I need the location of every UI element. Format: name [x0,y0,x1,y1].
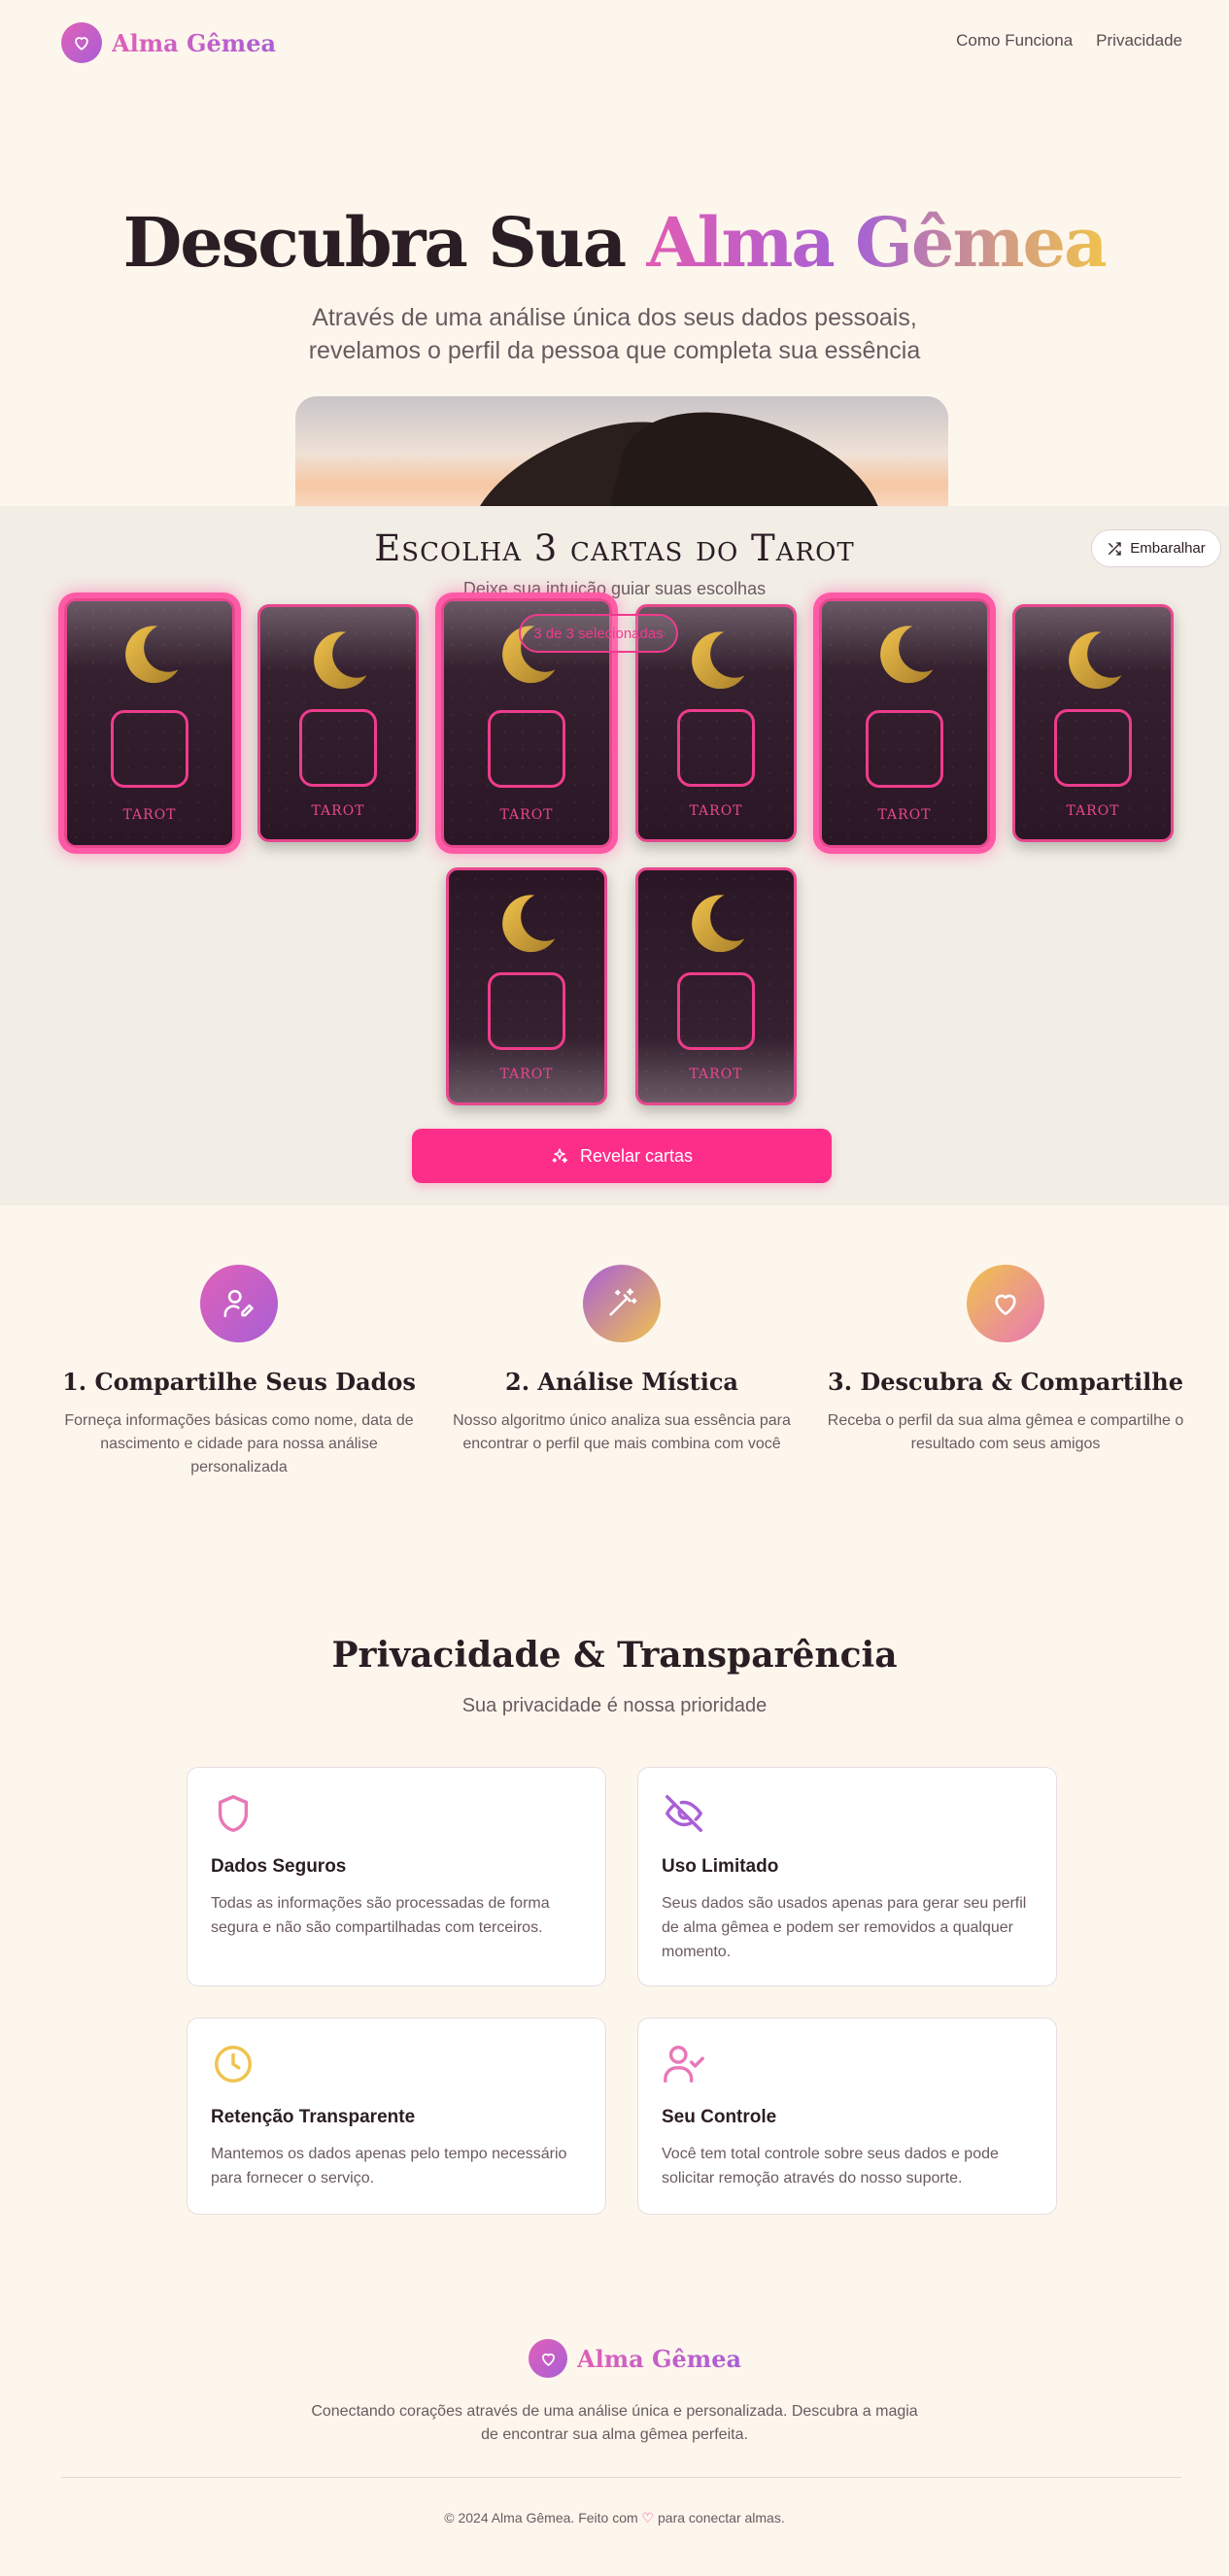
hero-title: Descubra Sua Alma Gêmea [0,202,1229,283]
step-2: 2. Análise Mística Nosso algoritmo único… [437,1265,806,1456]
step-3: 3. Descubra & Compartilhe Receba o perfi… [821,1265,1190,1456]
eye-off-icon [666,1795,702,1832]
footer-divider [61,2477,1181,2478]
step-text: Receba o perfil da sua alma gêmea e comp… [827,1412,1184,1452]
privacy-card-title: Dados Seguros [211,1856,347,1877]
tarot-subtitle: Deixe sua intuição guiar suas escolhas [462,579,767,598]
card-frame [488,710,565,788]
hand-shape [600,396,904,523]
moon-icon [682,890,750,958]
reveal-button[interactable]: Revelar cartas [412,1129,832,1183]
step-text: Forneça informações básicas como nome, d… [64,1412,414,1475]
shuffle-button[interactable]: Embaralhar [1091,529,1221,567]
card-frame [677,972,755,1050]
privacy-card-title: Retenção Transparente [211,2107,416,2127]
card-frame [111,710,188,788]
copyright-text: para conectar almas. [658,2510,785,2525]
hero-subtitle-line: revelamos o perfil da pessoa que complet… [308,337,921,364]
card-frame [299,709,377,787]
magic-wand-icon [583,1265,661,1342]
privacy-subtitle: Sua privacidade é nossa prioridade [461,1695,768,1716]
main-nav: Como Funciona Privacidade [956,31,1182,51]
footer-copyright: © 2024 Alma Gêmea. Feito com ♡ para cone… [0,2510,1229,2526]
privacy-card-text: Mantemos os dados apenas pelo tempo nece… [211,2146,567,2186]
moon-icon [304,627,372,695]
card-label: TAROT [877,807,932,823]
footer-description-line: Conectando corações através de uma análi… [311,2403,918,2420]
privacy-card-text: Seus dados são usados apenas para gerar … [662,1895,1027,1960]
moon-icon [116,621,184,689]
moon-icon [682,627,750,695]
hero-subtitle: Através de uma análise única dos seus da… [0,301,1229,367]
privacy-card-control: Seu Controle Você tem total controle sob… [637,2017,1057,2215]
heart-icon: ♡ [641,2510,655,2525]
card-frame [488,972,565,1050]
nav-link-como-funciona[interactable]: Como Funciona [956,31,1073,51]
shield-icon [218,1795,249,1832]
footer-brand-name: Alma Gêmea [577,2344,742,2373]
step-title: 2. Análise Mística [505,1368,738,1396]
card-frame [677,709,755,787]
user-check-icon [664,2046,704,2083]
tarot-card[interactable]: TAROT [819,598,990,848]
privacy-card-text: Você tem total controle sobre seus dados… [662,2146,999,2186]
selection-counter: 3 de 3 selecionadas [519,614,678,653]
tarot-card[interactable]: TAROT [1012,604,1174,842]
privacy-card-title: Uso Limitado [662,1856,779,1877]
footer-description-line: de encontrar sua alma gêmea perfeita. [481,2426,748,2443]
shuffle-icon [1109,541,1121,556]
tarot-card[interactable]: TAROT [257,604,419,842]
moon-icon [493,890,561,958]
tarot-title: Escolha 3 cartas do Tarot [374,527,855,569]
hero-subtitle-line: Através de uma análise única dos seus da… [312,304,917,331]
header: Alma Gêmea Como Funciona Privacidade [0,0,1229,85]
reveal-label: Revelar cartas [579,1145,694,1166]
logo[interactable]: Alma Gêmea [61,22,276,63]
privacy-card-title: Seu Controle [662,2107,777,2127]
shuffle-label: Embaralhar [1130,540,1206,557]
privacy-card-limited: Uso Limitado Seus dados são usados apena… [637,1767,1057,1986]
tarot-card[interactable]: TAROT [64,598,235,848]
nav-link-privacidade[interactable]: Privacidade [1096,31,1182,51]
clock-icon [215,2046,252,2083]
heart-icon [529,2339,567,2378]
card-label: TAROT [499,807,554,823]
step-1: 1. Compartilhe Seus Dados Forneça inform… [54,1265,424,1479]
sparkles-icon [552,1148,568,1164]
hero-image [295,396,948,523]
step-text: Nosso algoritmo único analiza sua essênc… [453,1412,791,1452]
footer-description: Conectando corações através de uma análi… [0,2400,1229,2447]
moon-icon [1059,627,1127,695]
brand-name: Alma Gêmea [112,28,277,57]
card-label: TAROT [689,1067,743,1082]
card-label: TAROT [689,803,743,819]
step-title: 3. Descubra & Compartilhe [828,1368,1183,1396]
tarot-card[interactable]: TAROT [446,867,607,1105]
moon-icon [871,621,939,689]
card-frame [1054,709,1132,787]
privacy-card-retention: Retenção Transparente Mantemos os dados … [187,2017,606,2215]
step-title: 1. Compartilhe Seus Dados [62,1368,416,1396]
hero-title-plain: Descubra Sua [122,202,647,283]
copyright-text: © 2024 Alma Gêmea. Feito com [444,2510,638,2525]
card-frame [866,710,943,788]
privacy-card-text: Todas as informações são processadas de … [211,1895,550,1936]
footer-logo[interactable]: Alma Gêmea [529,2339,741,2378]
privacy-title: Privacidade & Transparência [331,1635,898,1676]
user-pen-icon [200,1265,278,1342]
card-label: TAROT [499,1067,554,1082]
card-label: TAROT [122,807,177,823]
tarot-card[interactable]: TAROT [635,867,797,1105]
tarot-section: Escolha 3 cartas do Tarot Deixe sua intu… [0,506,1229,1205]
heart-icon [967,1265,1044,1342]
card-label: TAROT [1066,803,1120,819]
privacy-card-secure: Dados Seguros Todas as informações são p… [187,1767,606,1986]
heart-icon [61,22,102,63]
hero-title-highlight: Alma Gêmea [646,202,1108,283]
card-label: TAROT [311,803,365,819]
